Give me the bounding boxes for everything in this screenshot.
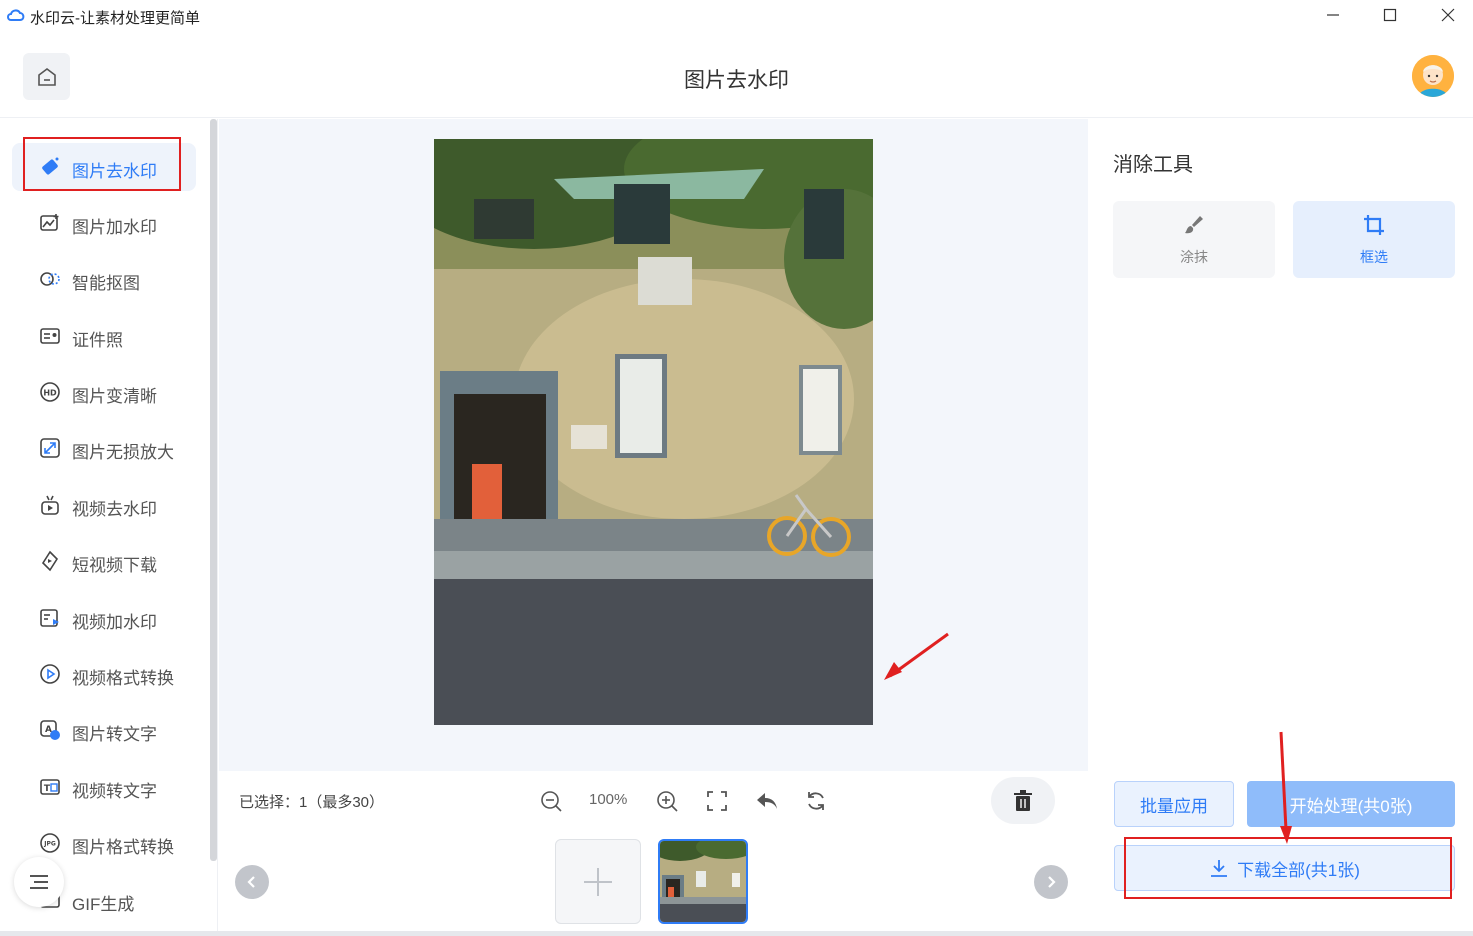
sidebar-item-smart-cutout[interactable]: 智能抠图 [12,255,196,303]
plus-icon [584,867,612,896]
image-thumbnail[interactable] [658,839,748,924]
app-title: 水印云-让素材处理更简单 [30,10,200,27]
minimize-icon [1327,14,1339,16]
chevron-right-icon [1048,876,1056,888]
sidebar-item-label: 证件照 [72,331,123,350]
cloud-logo-icon [7,9,25,21]
close-button[interactable] [1418,0,1473,30]
sidebar-item-image-to-text[interactable]: A 图片转文字 [12,706,196,754]
sidebar-item-label: 视频加水印 [72,613,157,632]
delete-button[interactable] [991,777,1055,824]
hd-icon: HD [40,382,60,402]
reset-button[interactable] [803,788,829,814]
crop-tool-button[interactable]: 框选 [1293,201,1455,278]
menu-icon [30,875,48,889]
trash-icon [1014,789,1032,811]
sidebar-item-label: 图片格式转换 [72,838,174,857]
annotation-highlight-box [1124,837,1452,899]
prev-button[interactable] [235,865,269,899]
maximize-icon [1383,8,1397,22]
tools-title: 消除工具 [1113,154,1193,176]
user-avatar-icon [1412,55,1454,97]
annotation-arrow [1279,731,1292,844]
tool-label: 框选 [1360,249,1388,265]
sidebar-item-lossless-upscale[interactable]: 图片无损放大 [12,424,196,472]
maximize-button[interactable] [1360,0,1420,30]
brush-tool-button[interactable]: 涂抹 [1113,201,1275,278]
add-image-button[interactable] [555,839,641,924]
sidebar-item-label: 图片加水印 [72,218,157,237]
video-text-icon: T [40,779,60,795]
thumbnail-photo [660,841,746,922]
selection-count: 已选择：1（最多30） [239,794,385,811]
fit-screen-button[interactable] [704,788,730,814]
tool-label: 涂抹 [1180,249,1208,265]
svg-text:T: T [44,784,51,794]
window-bottom-border [0,931,1473,936]
sidebar-item-label: 智能抠图 [72,274,140,293]
annotation-highlight-box [23,137,181,191]
sidebar-item-label: 视频转文字 [72,782,157,801]
sidebar-item-label: 图片无损放大 [72,443,174,462]
sidebar-item-video-to-text[interactable]: T 视频转文字 [12,763,196,811]
svg-text:HD: HD [43,389,57,398]
sidebar-item-short-video-download[interactable]: 短视频下载 [12,537,196,585]
page-title: 图片去水印 [684,69,789,92]
image-add-icon [40,214,59,231]
sidebar-item-label: 图片变清晰 [72,387,157,406]
sidebar-item-image-enhance[interactable]: HD 图片变清晰 [12,368,196,416]
sidebar-item-label: 图片转文字 [72,725,157,744]
annotation-arrow [884,632,949,680]
batch-apply-button[interactable]: 批量应用 [1114,781,1234,827]
sidebar-item-video-format-convert[interactable]: 视频格式转换 [12,650,196,698]
undo-button[interactable] [754,788,780,814]
video-eraser-icon [41,495,59,515]
menu-toggle-button[interactable] [14,857,64,907]
zoom-out-button[interactable] [538,788,564,814]
minimize-button[interactable] [1303,0,1363,30]
sidebar-scrollbar[interactable] [210,119,217,861]
zoom-in-icon [657,791,678,812]
id-card-icon [40,328,60,344]
sidebar-item-video-watermark-removal[interactable]: 视频去水印 [12,481,196,529]
header: 图片去水印 [0,32,1473,118]
cutout-icon [40,272,60,286]
thumbnail-strip [219,831,1088,931]
svg-text:JPG: JPG [43,841,56,848]
brush-icon [1185,216,1203,234]
play-circle-icon [40,664,60,684]
close-icon [1441,8,1455,22]
sidebar-item-label: 短视频下载 [72,556,157,575]
fullscreen-icon [707,791,727,811]
sidebar-item-id-photo[interactable]: 证件照 [12,312,196,360]
zoom-in-button[interactable] [654,788,680,814]
building-photo[interactable] [434,139,873,725]
refresh-icon [808,792,824,810]
jpg-icon: JPG [40,833,60,853]
expand-icon [40,438,60,458]
sidebar-item-label: 视频格式转换 [72,669,174,688]
next-button[interactable] [1034,865,1068,899]
crop-icon [1364,215,1384,235]
undo-icon [757,793,777,809]
start-processing-label: 开始处理(共0张) [1289,796,1413,816]
zoom-out-icon [541,791,562,812]
image-text-icon: A [40,720,60,740]
video-add-icon [40,609,59,627]
sidebar-item-video-add-watermark[interactable]: 视频加水印 [12,594,196,642]
sidebar-item-label: 视频去水印 [72,500,157,519]
video-download-icon [41,550,59,572]
zoom-level: 100% [589,791,628,808]
title-bar: 水印云-让素材处理更简单 [0,0,1473,32]
sidebar-item-label: GIF生成 [72,895,135,914]
sidebar-item-image-add-watermark[interactable]: 图片加水印 [12,199,196,247]
chevron-left-icon [247,876,255,888]
avatar[interactable] [1412,55,1454,97]
